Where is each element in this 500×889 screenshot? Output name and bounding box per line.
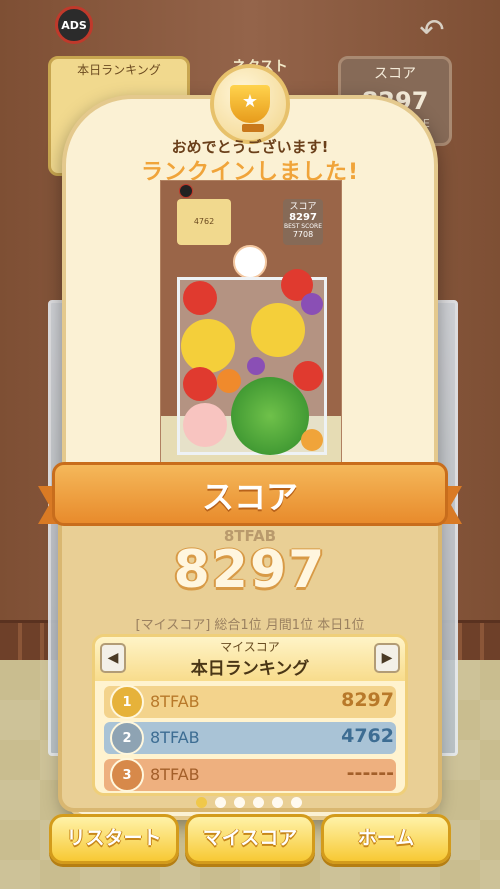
page-dot[interactable]: [253, 797, 264, 808]
pineapple-icon: [181, 319, 235, 373]
page-dot[interactable]: [291, 797, 302, 808]
restart-button[interactable]: リスタート: [49, 814, 179, 864]
trophy-cup: [230, 85, 270, 123]
bronze-medal-icon: 3: [110, 758, 144, 792]
ranking-name: 8TFAB: [150, 728, 200, 747]
grape-icon: [247, 357, 265, 375]
ranking-score: 4762: [341, 725, 394, 747]
my-score-button[interactable]: マイスコア: [185, 814, 315, 864]
my-rank-summary: [マイスコア] 総合1位 月間1位 本日1位: [135, 618, 365, 633]
thumb-score-label: スコア: [289, 202, 317, 212]
grape-icon: [301, 293, 323, 315]
ranking-name: 8TFAB: [150, 692, 200, 711]
thumb-best-value: 7708: [292, 230, 314, 239]
persimmon-icon: [301, 429, 323, 451]
bg-score-label: スコア: [374, 66, 416, 82]
rank-number: 2: [122, 730, 132, 746]
rank-number: 3: [122, 767, 132, 783]
page-dot[interactable]: [215, 797, 226, 808]
ads-label: ADS: [61, 18, 87, 32]
apple-icon: [293, 361, 323, 391]
undo-arrow-icon[interactable]: ↶: [414, 14, 450, 48]
thumb-score-value: 8297: [289, 212, 317, 223]
game-screenshot-thumbnail: 4762 スコア 8297 BEST SCORE 7708: [160, 180, 342, 472]
remove-ads-button[interactable]: ADS: [55, 6, 93, 44]
thumb-best-label: BEST SCORE: [284, 223, 322, 230]
ribbon-title: スコア: [201, 478, 298, 516]
peach-icon: [183, 403, 227, 447]
apple-icon: [183, 281, 217, 315]
final-score: 8297: [173, 540, 327, 600]
ranking-subtitle: マイスコア: [220, 640, 280, 654]
trophy-base: [242, 124, 264, 132]
bg-ranking-title: 本日ランキング: [77, 63, 161, 77]
thumb-ranking-panel: 4762: [177, 199, 231, 245]
gold-medal-icon: 1: [110, 685, 144, 719]
page-dot[interactable]: [272, 797, 283, 808]
lucky-cat-icon: [233, 245, 267, 279]
ranking-score: ------: [346, 762, 394, 784]
trophy-icon: [210, 64, 290, 144]
rank-number: 1: [122, 694, 132, 710]
thumb-score-panel: スコア 8297 BEST SCORE 7708: [283, 199, 323, 245]
page-dot[interactable]: [196, 797, 207, 808]
home-button[interactable]: ホーム: [321, 814, 451, 864]
page-dot[interactable]: [234, 797, 245, 808]
persimmon-icon: [217, 369, 241, 393]
apple-icon: [183, 367, 217, 401]
pineapple-icon: [251, 303, 305, 357]
ranking-name: 8TFAB: [150, 765, 200, 784]
ranking-title: 本日ランキング: [190, 659, 310, 679]
silver-medal-icon: 2: [110, 721, 144, 755]
thumb-ads-icon: [179, 184, 193, 198]
thumb-rank-value: 4762: [193, 217, 215, 226]
watermelon-icon: [231, 377, 309, 455]
page-indicator: [196, 797, 302, 808]
ranking-score: 8297: [341, 689, 394, 711]
